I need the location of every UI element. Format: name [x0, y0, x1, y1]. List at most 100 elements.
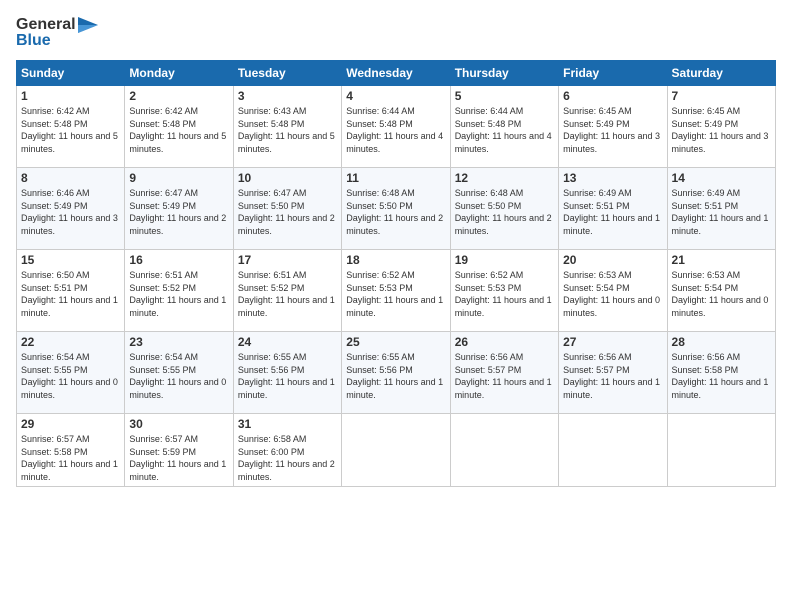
- day-number: 11: [346, 171, 445, 185]
- day-number: 3: [238, 89, 337, 103]
- weekday-header-cell: Monday: [125, 61, 233, 86]
- header: General Blue: [16, 16, 776, 50]
- cell-info: Sunrise: 6:56 AM Sunset: 5:57 PM Dayligh…: [455, 351, 554, 401]
- day-number: 24: [238, 335, 337, 349]
- cell-info: Sunrise: 6:55 AM Sunset: 5:56 PM Dayligh…: [238, 351, 337, 401]
- cell-info: Sunrise: 6:47 AM Sunset: 5:50 PM Dayligh…: [238, 187, 337, 237]
- calendar-day-cell: 1 Sunrise: 6:42 AM Sunset: 5:48 PM Dayli…: [17, 86, 125, 168]
- weekday-header-cell: Saturday: [667, 61, 775, 86]
- cell-info: Sunrise: 6:44 AM Sunset: 5:48 PM Dayligh…: [455, 105, 554, 155]
- weekday-header-cell: Wednesday: [342, 61, 450, 86]
- cell-info: Sunrise: 6:56 AM Sunset: 5:58 PM Dayligh…: [672, 351, 771, 401]
- calendar-day-cell: 19 Sunrise: 6:52 AM Sunset: 5:53 PM Dayl…: [450, 250, 558, 332]
- calendar-day-cell: 11 Sunrise: 6:48 AM Sunset: 5:50 PM Dayl…: [342, 168, 450, 250]
- weekday-header-cell: Tuesday: [233, 61, 341, 86]
- cell-info: Sunrise: 6:44 AM Sunset: 5:48 PM Dayligh…: [346, 105, 445, 155]
- calendar-day-cell: 20 Sunrise: 6:53 AM Sunset: 5:54 PM Dayl…: [559, 250, 667, 332]
- day-number: 30: [129, 417, 228, 431]
- calendar-table: SundayMondayTuesdayWednesdayThursdayFrid…: [16, 60, 776, 487]
- calendar-week-row: 8 Sunrise: 6:46 AM Sunset: 5:49 PM Dayli…: [17, 168, 776, 250]
- day-number: 27: [563, 335, 662, 349]
- day-number: 1: [21, 89, 120, 103]
- cell-info: Sunrise: 6:57 AM Sunset: 5:58 PM Dayligh…: [21, 433, 120, 483]
- cell-info: Sunrise: 6:56 AM Sunset: 5:57 PM Dayligh…: [563, 351, 662, 401]
- calendar-day-cell: 5 Sunrise: 6:44 AM Sunset: 5:48 PM Dayli…: [450, 86, 558, 168]
- calendar-day-cell: 21 Sunrise: 6:53 AM Sunset: 5:54 PM Dayl…: [667, 250, 775, 332]
- cell-info: Sunrise: 6:52 AM Sunset: 5:53 PM Dayligh…: [346, 269, 445, 319]
- calendar-day-cell: 26 Sunrise: 6:56 AM Sunset: 5:57 PM Dayl…: [450, 332, 558, 414]
- calendar-day-cell: 6 Sunrise: 6:45 AM Sunset: 5:49 PM Dayli…: [559, 86, 667, 168]
- day-number: 16: [129, 253, 228, 267]
- calendar-day-cell: 10 Sunrise: 6:47 AM Sunset: 5:50 PM Dayl…: [233, 168, 341, 250]
- calendar-day-cell: [667, 414, 775, 487]
- calendar-body: 1 Sunrise: 6:42 AM Sunset: 5:48 PM Dayli…: [17, 86, 776, 487]
- weekday-header-cell: Friday: [559, 61, 667, 86]
- calendar-week-row: 1 Sunrise: 6:42 AM Sunset: 5:48 PM Dayli…: [17, 86, 776, 168]
- day-number: 2: [129, 89, 228, 103]
- logo-arrow-icon: [78, 17, 98, 33]
- day-number: 25: [346, 335, 445, 349]
- cell-info: Sunrise: 6:42 AM Sunset: 5:48 PM Dayligh…: [129, 105, 228, 155]
- cell-info: Sunrise: 6:45 AM Sunset: 5:49 PM Dayligh…: [563, 105, 662, 155]
- day-number: 26: [455, 335, 554, 349]
- cell-info: Sunrise: 6:53 AM Sunset: 5:54 PM Dayligh…: [563, 269, 662, 319]
- logo-blue-text: Blue: [16, 32, 51, 50]
- calendar-day-cell: 27 Sunrise: 6:56 AM Sunset: 5:57 PM Dayl…: [559, 332, 667, 414]
- cell-info: Sunrise: 6:51 AM Sunset: 5:52 PM Dayligh…: [238, 269, 337, 319]
- day-number: 19: [455, 253, 554, 267]
- calendar-day-cell: 14 Sunrise: 6:49 AM Sunset: 5:51 PM Dayl…: [667, 168, 775, 250]
- day-number: 20: [563, 253, 662, 267]
- cell-info: Sunrise: 6:57 AM Sunset: 5:59 PM Dayligh…: [129, 433, 228, 483]
- day-number: 12: [455, 171, 554, 185]
- day-number: 9: [129, 171, 228, 185]
- day-number: 13: [563, 171, 662, 185]
- day-number: 7: [672, 89, 771, 103]
- cell-info: Sunrise: 6:55 AM Sunset: 5:56 PM Dayligh…: [346, 351, 445, 401]
- calendar-day-cell: 25 Sunrise: 6:55 AM Sunset: 5:56 PM Dayl…: [342, 332, 450, 414]
- cell-info: Sunrise: 6:49 AM Sunset: 5:51 PM Dayligh…: [563, 187, 662, 237]
- cell-info: Sunrise: 6:42 AM Sunset: 5:48 PM Dayligh…: [21, 105, 120, 155]
- cell-info: Sunrise: 6:45 AM Sunset: 5:49 PM Dayligh…: [672, 105, 771, 155]
- calendar-day-cell: 18 Sunrise: 6:52 AM Sunset: 5:53 PM Dayl…: [342, 250, 450, 332]
- weekday-header-cell: Thursday: [450, 61, 558, 86]
- calendar-week-row: 29 Sunrise: 6:57 AM Sunset: 5:58 PM Dayl…: [17, 414, 776, 487]
- cell-info: Sunrise: 6:54 AM Sunset: 5:55 PM Dayligh…: [129, 351, 228, 401]
- day-number: 22: [21, 335, 120, 349]
- cell-info: Sunrise: 6:51 AM Sunset: 5:52 PM Dayligh…: [129, 269, 228, 319]
- calendar-day-cell: 4 Sunrise: 6:44 AM Sunset: 5:48 PM Dayli…: [342, 86, 450, 168]
- logo: General Blue: [16, 16, 98, 50]
- calendar-day-cell: 16 Sunrise: 6:51 AM Sunset: 5:52 PM Dayl…: [125, 250, 233, 332]
- day-number: 8: [21, 171, 120, 185]
- calendar-day-cell: 30 Sunrise: 6:57 AM Sunset: 5:59 PM Dayl…: [125, 414, 233, 487]
- day-number: 14: [672, 171, 771, 185]
- cell-info: Sunrise: 6:58 AM Sunset: 6:00 PM Dayligh…: [238, 433, 337, 483]
- day-number: 31: [238, 417, 337, 431]
- day-number: 15: [21, 253, 120, 267]
- cell-info: Sunrise: 6:54 AM Sunset: 5:55 PM Dayligh…: [21, 351, 120, 401]
- cell-info: Sunrise: 6:48 AM Sunset: 5:50 PM Dayligh…: [455, 187, 554, 237]
- day-number: 4: [346, 89, 445, 103]
- calendar-week-row: 15 Sunrise: 6:50 AM Sunset: 5:51 PM Dayl…: [17, 250, 776, 332]
- cell-info: Sunrise: 6:52 AM Sunset: 5:53 PM Dayligh…: [455, 269, 554, 319]
- calendar-day-cell: 8 Sunrise: 6:46 AM Sunset: 5:49 PM Dayli…: [17, 168, 125, 250]
- calendar-day-cell: 23 Sunrise: 6:54 AM Sunset: 5:55 PM Dayl…: [125, 332, 233, 414]
- day-number: 28: [672, 335, 771, 349]
- day-number: 17: [238, 253, 337, 267]
- calendar-day-cell: 7 Sunrise: 6:45 AM Sunset: 5:49 PM Dayli…: [667, 86, 775, 168]
- calendar-day-cell: 17 Sunrise: 6:51 AM Sunset: 5:52 PM Dayl…: [233, 250, 341, 332]
- day-number: 23: [129, 335, 228, 349]
- day-number: 21: [672, 253, 771, 267]
- calendar-day-cell: 12 Sunrise: 6:48 AM Sunset: 5:50 PM Dayl…: [450, 168, 558, 250]
- calendar-day-cell: 2 Sunrise: 6:42 AM Sunset: 5:48 PM Dayli…: [125, 86, 233, 168]
- calendar-day-cell: [559, 414, 667, 487]
- cell-info: Sunrise: 6:50 AM Sunset: 5:51 PM Dayligh…: [21, 269, 120, 319]
- weekday-header-cell: Sunday: [17, 61, 125, 86]
- day-number: 6: [563, 89, 662, 103]
- day-number: 29: [21, 417, 120, 431]
- calendar-day-cell: 3 Sunrise: 6:43 AM Sunset: 5:48 PM Dayli…: [233, 86, 341, 168]
- calendar-day-cell: 9 Sunrise: 6:47 AM Sunset: 5:49 PM Dayli…: [125, 168, 233, 250]
- calendar-day-cell: 22 Sunrise: 6:54 AM Sunset: 5:55 PM Dayl…: [17, 332, 125, 414]
- day-number: 5: [455, 89, 554, 103]
- cell-info: Sunrise: 6:47 AM Sunset: 5:49 PM Dayligh…: [129, 187, 228, 237]
- calendar-day-cell: 31 Sunrise: 6:58 AM Sunset: 6:00 PM Dayl…: [233, 414, 341, 487]
